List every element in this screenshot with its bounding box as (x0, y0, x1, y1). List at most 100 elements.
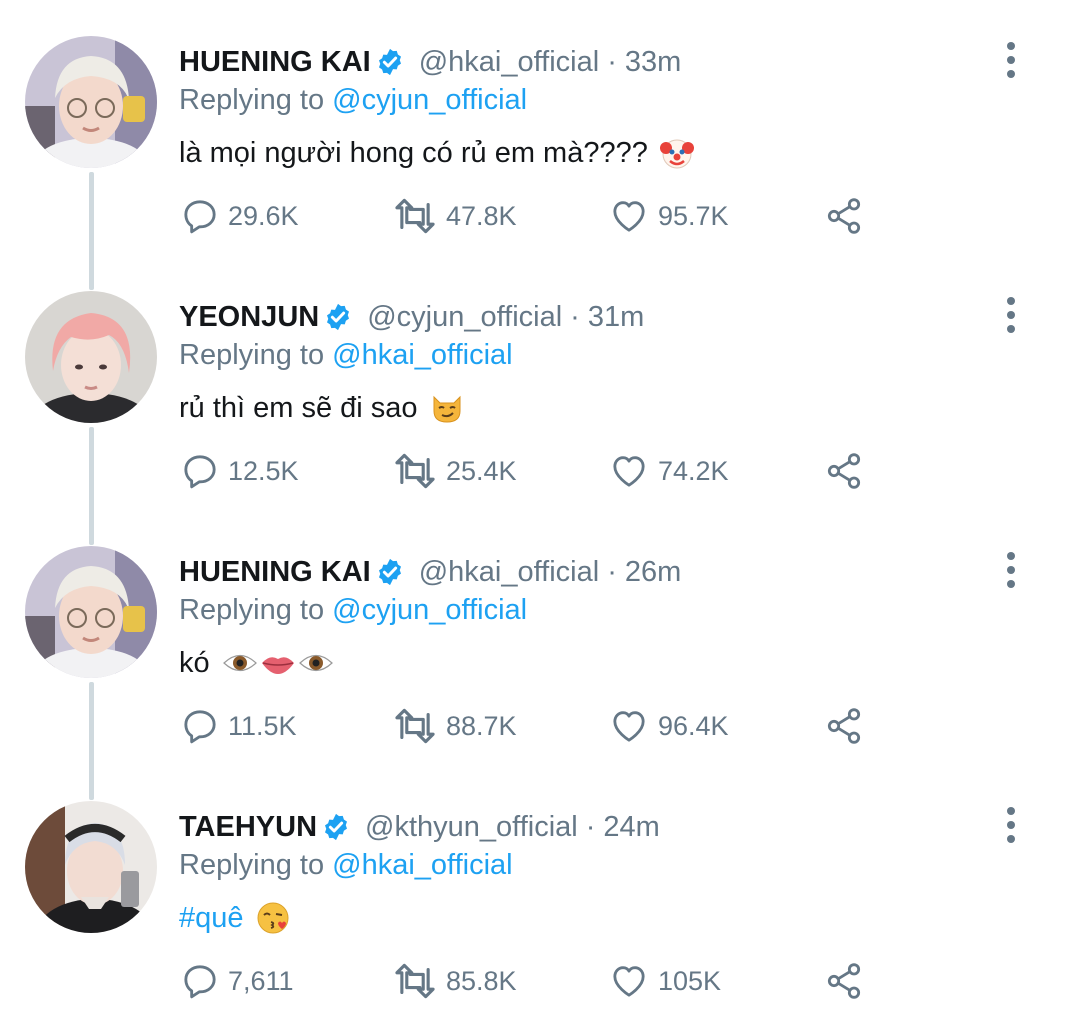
verified-badge-icon (378, 48, 401, 76)
share-button[interactable] (823, 443, 865, 499)
mention-link[interactable]: @cyjun_official (332, 594, 527, 626)
retweet-count: 85.8K (446, 965, 517, 996)
more-options-icon[interactable] (998, 40, 1024, 80)
mention-link[interactable]: @hkai_official (332, 849, 512, 881)
reply-button[interactable]: 12.5K (180, 443, 299, 499)
like-button[interactable]: 74.2K (608, 443, 729, 499)
tweet-header: TAEHYUN @kthyun_official · 24m (179, 807, 660, 847)
share-icon (827, 453, 861, 489)
avatar[interactable] (25, 291, 157, 423)
avatar[interactable] (25, 801, 157, 933)
share-icon (827, 963, 861, 999)
tweet-text: rủ thì em sẽ đi sao (179, 391, 464, 425)
kiss-face-emoji-icon (256, 901, 290, 935)
share-button[interactable] (823, 188, 865, 244)
replying-to: Replying to @hkai_official (179, 849, 513, 882)
share-icon (827, 198, 861, 234)
reply-count: 29.6K (228, 200, 299, 231)
more-options-icon[interactable] (998, 295, 1024, 335)
avatar[interactable] (25, 546, 157, 678)
share-button[interactable] (823, 953, 865, 1009)
retweet-icon (395, 963, 435, 999)
reply-button[interactable]: 11.5K (180, 698, 297, 754)
retweet-count: 25.4K (446, 455, 517, 486)
user-handle[interactable]: @kthyun_official (365, 811, 578, 844)
retweet-count: 88.7K (446, 710, 517, 741)
retweet-button[interactable]: 85.8K (392, 953, 517, 1009)
user-handle[interactable]: @cyjun_official (367, 301, 562, 334)
retweet-icon (395, 453, 435, 489)
like-button[interactable]: 95.7K (608, 188, 729, 244)
user-handle[interactable]: @hkai_official (419, 556, 599, 589)
retweet-button[interactable]: 88.7K (392, 698, 517, 754)
replying-prefix: Replying to (179, 84, 325, 116)
tweet-text-body: rủ thì em sẽ đi sao (179, 391, 418, 424)
like-count: 74.2K (658, 455, 729, 486)
mention-link[interactable]: @hkai_official (332, 339, 512, 371)
timestamp[interactable]: 33m (625, 46, 681, 79)
separator-dot: · (585, 810, 596, 843)
display-name[interactable]: TAEHYUN (179, 811, 317, 844)
tweet-actions: 7,611 85.8K 105K (0, 953, 1080, 1009)
like-count: 95.7K (658, 200, 729, 231)
tweet[interactable]: HUENING KAI @hkai_official · 26m Replyin… (0, 510, 1080, 765)
display-name[interactable]: HUENING KAI (179, 46, 371, 79)
retweet-button[interactable]: 47.8K (392, 188, 517, 244)
tweet[interactable]: HUENING KAI @hkai_official · 33m Replyin… (0, 0, 1080, 255)
reply-button[interactable]: 29.6K (180, 188, 299, 244)
timestamp[interactable]: 31m (588, 301, 644, 334)
retweet-icon (395, 198, 435, 234)
separator-dot: · (607, 45, 617, 78)
more-options-icon[interactable] (998, 805, 1024, 845)
verified-badge-icon (378, 558, 401, 586)
lips-emoji-icon (260, 646, 296, 680)
reply-count: 12.5K (228, 455, 299, 486)
like-button[interactable]: 105K (608, 953, 721, 1009)
replying-prefix: Replying to (179, 594, 325, 626)
tweet-text: #quê (179, 901, 290, 935)
timestamp[interactable]: 24m (603, 811, 659, 844)
replying-prefix: Replying to (179, 339, 325, 371)
user-handle[interactable]: @hkai_official (419, 46, 599, 79)
tweet-header: YEONJUN @cyjun_official · 31m (179, 297, 644, 337)
heart-icon (613, 456, 645, 487)
display-name[interactable]: HUENING KAI (179, 556, 371, 589)
tweet-actions: 11.5K 88.7K 96.4K (0, 698, 1080, 754)
timestamp[interactable]: 26m (625, 556, 681, 589)
mention-link[interactable]: @cyjun_official (332, 84, 527, 116)
more-options-icon[interactable] (998, 550, 1024, 590)
separator-dot: · (607, 555, 617, 588)
tweet[interactable]: TAEHYUN @kthyun_official · 24m Replying … (0, 765, 1080, 1020)
retweet-count: 47.8K (446, 200, 517, 231)
tweet-text: kó (179, 646, 334, 680)
like-count: 96.4K (658, 710, 729, 741)
tweet-text: là mọi người hong có rủ em mà???? (179, 136, 694, 170)
reply-icon (184, 200, 216, 234)
tweet-text-body: là mọi người hong có rủ em mà???? (179, 136, 648, 169)
heart-icon (613, 711, 645, 742)
verified-badge-icon (327, 303, 350, 331)
replying-to: Replying to @hkai_official (179, 339, 513, 372)
clown-face-emoji-icon (659, 136, 694, 170)
display-name[interactable]: YEONJUN (179, 301, 319, 334)
replying-to: Replying to @cyjun_official (179, 594, 527, 627)
eye-emoji-icon (222, 646, 258, 680)
avatar[interactable] (25, 36, 157, 168)
reply-count: 7,611 (228, 965, 294, 996)
verified-badge-icon (325, 813, 348, 841)
tweet-actions: 12.5K 25.4K 74.2K (0, 443, 1080, 499)
replying-prefix: Replying to (179, 849, 325, 881)
reply-icon (184, 455, 216, 489)
heart-icon (613, 966, 645, 997)
hashtag-link[interactable]: #quê (179, 902, 244, 935)
like-button[interactable]: 96.4K (608, 698, 729, 754)
heart-icon (613, 201, 645, 232)
retweet-icon (395, 708, 435, 744)
share-button[interactable] (823, 698, 865, 754)
reply-button[interactable]: 7,611 (180, 953, 294, 1009)
retweet-button[interactable]: 25.4K (392, 443, 517, 499)
tweet[interactable]: YEONJUN @cyjun_official · 31m Replying t… (0, 255, 1080, 510)
like-count: 105K (658, 965, 722, 996)
reply-count: 11.5K (228, 710, 297, 741)
reply-icon (184, 965, 216, 999)
